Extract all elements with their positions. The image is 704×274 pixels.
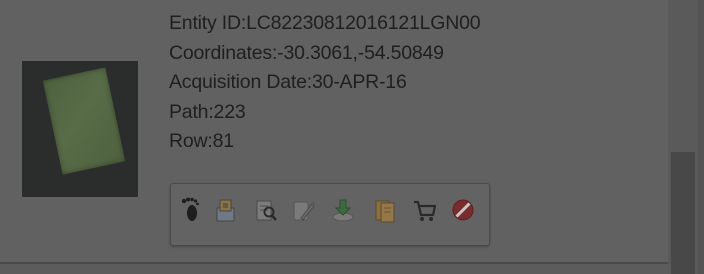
footprint-button[interactable]: [177, 197, 203, 227]
entity-id-line: Entity ID:LC82230812016121LGN00: [169, 9, 481, 39]
row-value: 81: [212, 130, 234, 153]
coordinates-value: -30.3061,-54.50849: [277, 41, 444, 64]
acquisition-date-value: 30-APR-16: [311, 71, 407, 94]
exclude-scene-button[interactable]: [450, 197, 476, 227]
panel-edge: [698, 0, 704, 274]
path-line: Path:223: [169, 98, 480, 128]
bulk-download-button[interactable]: [372, 197, 398, 227]
add-to-cart-button[interactable]: [412, 197, 438, 227]
exclude-icon: [450, 196, 476, 229]
footprint-icon: [178, 196, 202, 229]
path-value: 223: [213, 100, 246, 123]
entity-id-value: LC82230812016121LGN00: [246, 12, 481, 34]
entity-id-label: Entity ID:: [169, 12, 247, 34]
row-divider: [0, 262, 668, 264]
browse-overlay-button[interactable]: [213, 197, 239, 227]
compare-button[interactable]: [291, 197, 317, 227]
browse-overlay-icon: [214, 196, 238, 229]
download-button[interactable]: [330, 197, 356, 227]
row-label: Row:: [169, 130, 213, 153]
row-line: Row:81: [169, 127, 480, 157]
scrollbar-thumb[interactable]: [671, 152, 695, 274]
result-row: Entity ID:LC82230812016121LGN00 Coordina…: [0, 0, 668, 262]
bulk-download-icon: [373, 196, 397, 229]
compare-icon: [292, 196, 316, 229]
scene-footprint-image: [42, 67, 126, 175]
coordinates-label: Coordinates:: [169, 41, 278, 64]
acquisition-date-label: Acquisition Date:: [169, 71, 312, 94]
result-metadata: Entity ID:LC82230812016121LGN00 Coordina…: [169, 9, 481, 157]
coordinates-line: Coordinates:-30.3061,-54.50849: [169, 39, 480, 69]
browse-thumbnail[interactable]: [22, 61, 138, 197]
show-metadata-button[interactable]: [253, 197, 279, 227]
download-icon: [331, 196, 355, 229]
path-label: Path:: [169, 100, 214, 123]
cart-icon: [412, 196, 438, 229]
acquisition-date-line: Acquisition Date:30-APR-16: [169, 68, 480, 98]
metadata-icon: [254, 196, 278, 229]
result-action-toolbar: [170, 183, 490, 246]
